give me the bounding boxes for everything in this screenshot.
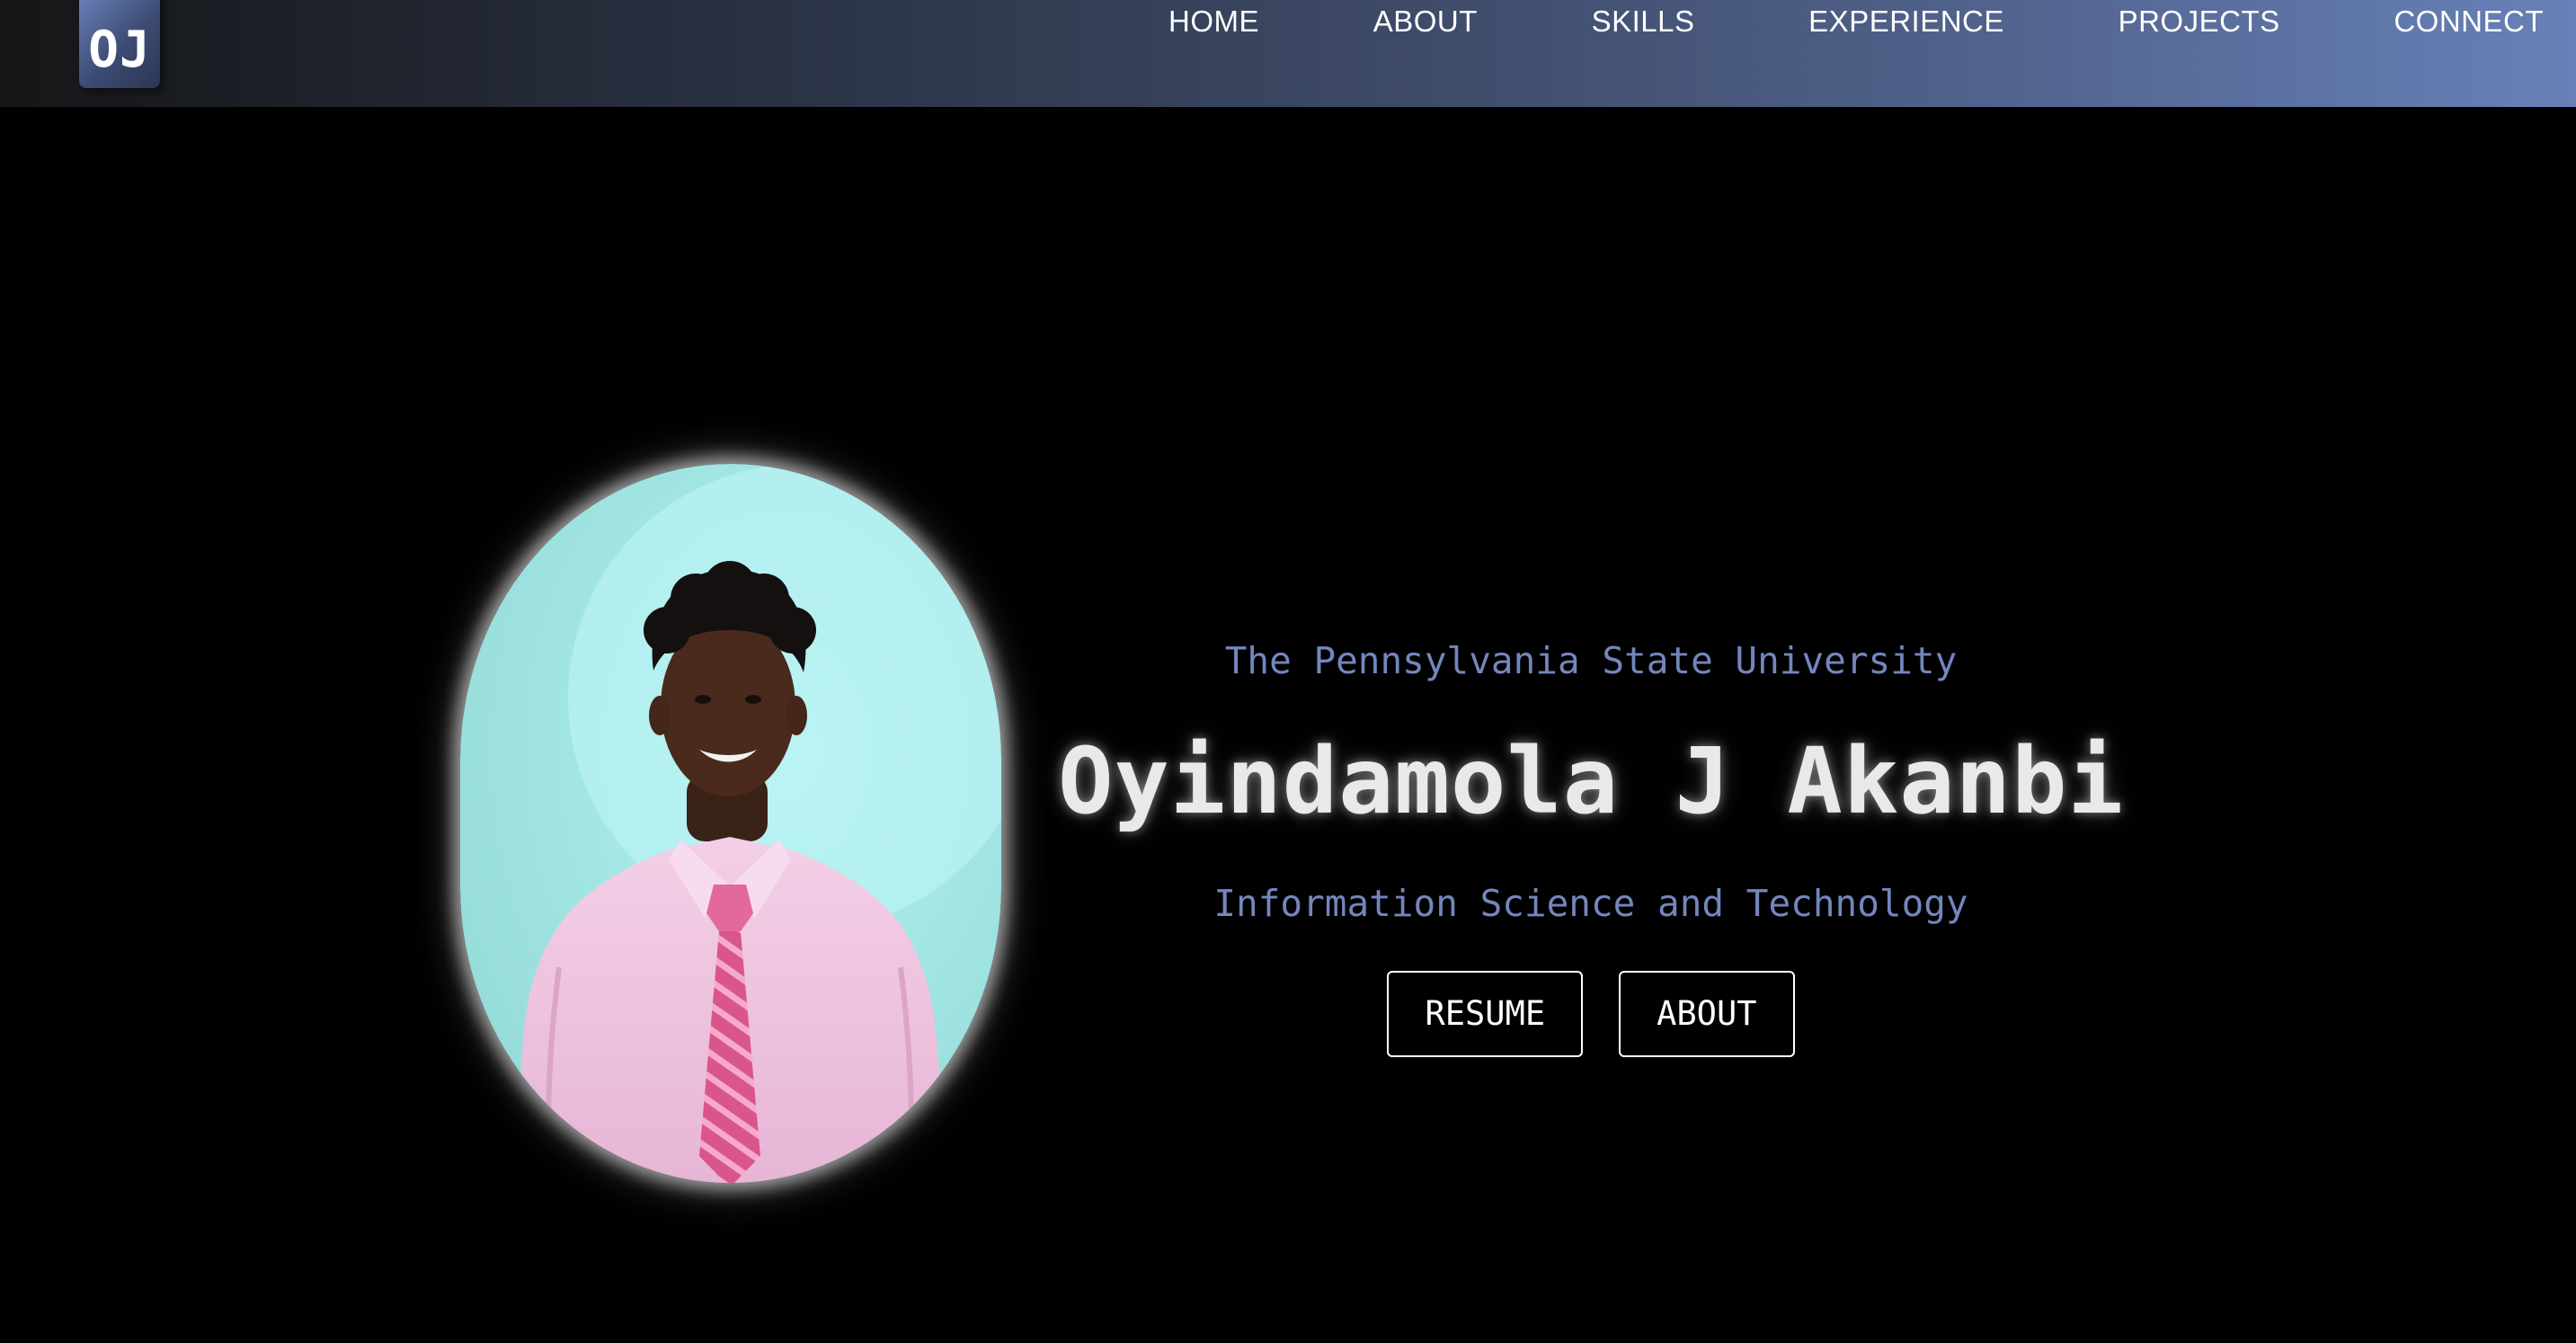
- about-button[interactable]: ABOUT: [1619, 971, 1795, 1057]
- resume-button[interactable]: RESUME: [1387, 971, 1584, 1057]
- nav-link-projects[interactable]: PROJECTS: [2119, 4, 2280, 39]
- nav-link-about[interactable]: ABOUT: [1373, 4, 1478, 39]
- navbar: OJ HOME ABOUT SKILLS EXPERIENCE PROJECTS…: [0, 0, 2576, 107]
- nav-link-experience[interactable]: EXPERIENCE: [1808, 4, 2004, 39]
- profile-photo: [460, 464, 1001, 1183]
- major-label: Information Science and Technology: [1213, 882, 1968, 925]
- nav-link-connect[interactable]: CONNECT: [2394, 4, 2544, 39]
- nav-links: HOME ABOUT SKILLS EXPERIENCE PROJECTS CO…: [1168, 4, 2544, 40]
- profile-photo-illustration: [514, 464, 1001, 1183]
- hero-text: The Pennsylvania State University Oyinda…: [1034, 620, 2148, 1057]
- university-label: The Pennsylvania State University: [1224, 639, 1958, 682]
- logo[interactable]: OJ: [79, 0, 160, 88]
- nav-link-skills[interactable]: SKILLS: [1592, 4, 1695, 39]
- nav-link-home[interactable]: HOME: [1168, 4, 1259, 39]
- hero-name: Oyindamola J Akanbi: [1058, 728, 2124, 835]
- hero-buttons: RESUME ABOUT: [1034, 971, 2148, 1057]
- logo-text: OJ: [88, 21, 151, 79]
